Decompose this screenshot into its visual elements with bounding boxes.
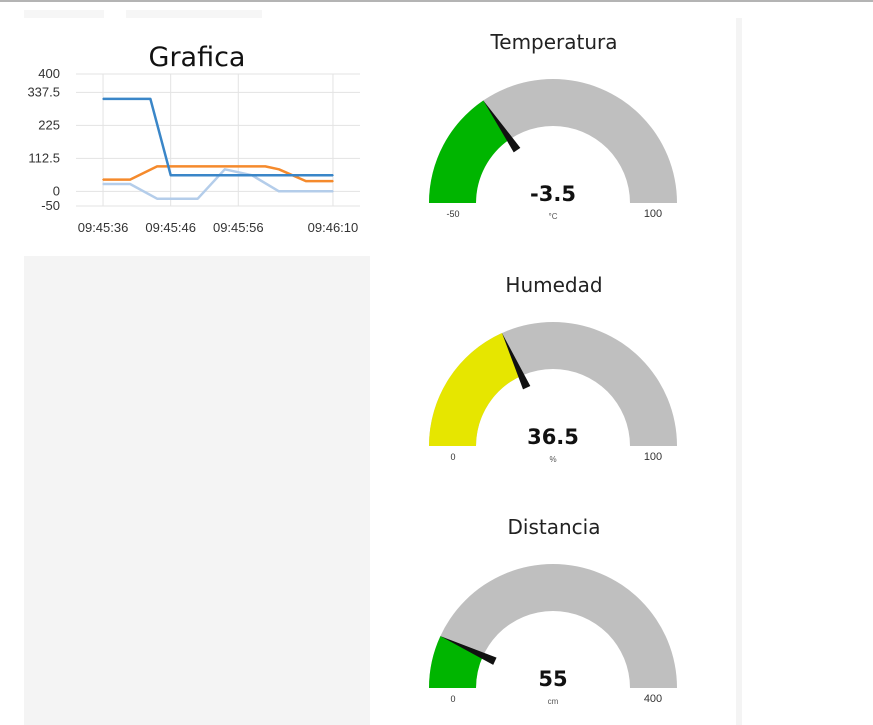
y-tick-label: -50: [41, 198, 60, 213]
gauge-min-label: 0: [450, 694, 455, 704]
data-point: [102, 178, 104, 181]
data-point: [332, 174, 334, 176]
gauge-unit: cm: [548, 697, 559, 706]
data-point: [102, 98, 104, 100]
gauge: 36.5% 0 100: [429, 322, 677, 464]
series-line: [103, 168, 333, 200]
data-point: [278, 168, 280, 171]
data-point: [129, 183, 131, 185]
gauge: -3.5 °C -50 100: [429, 79, 677, 221]
data-point: [278, 190, 280, 193]
data-point: [149, 98, 152, 100]
x-tick-label: 09:45:46: [145, 220, 196, 235]
data-point: [305, 190, 307, 193]
data-point: [169, 174, 172, 176]
gauge-max-label: 100: [644, 451, 662, 463]
data-point: [305, 174, 307, 176]
gauge-max-label: 100: [644, 208, 662, 220]
gauge-max-label: 400: [644, 693, 662, 705]
data-point: [102, 183, 104, 185]
gauge-unit: %: [549, 455, 556, 464]
data-point: [196, 165, 199, 168]
gauge-min-label: 0: [450, 452, 455, 462]
data-point: [237, 174, 240, 176]
right-gutter: [736, 18, 742, 725]
data-point: [223, 168, 226, 171]
gauge-value: 55: [538, 667, 567, 691]
data-point: [237, 165, 240, 168]
top-tab-2[interactable]: [126, 10, 262, 18]
data-point: [332, 180, 334, 182]
data-point: [156, 197, 158, 200]
gauge-fill: [429, 332, 522, 446]
gauge-value: -3.5: [530, 182, 576, 206]
x-tick-label: 09:46:10: [308, 220, 359, 235]
top-border: [0, 0, 873, 2]
data-point: [156, 165, 158, 168]
gauge-unit: °C: [549, 212, 558, 221]
y-tick-label: 337.5: [27, 84, 60, 99]
chart-title: Grafica: [148, 42, 246, 73]
gauge-value: 36.5: [527, 425, 579, 449]
data-point: [196, 197, 199, 200]
gauge-column: Temperatura -3.5 °C -50 100 Humedad 36.5% 0 100 D…: [372, 18, 736, 725]
y-tick-label: 225: [38, 117, 60, 132]
data-point: [129, 178, 131, 181]
series-line: [103, 165, 333, 183]
series-line: [103, 97, 333, 177]
data-point: [264, 174, 267, 176]
top-tab-1[interactable]: [24, 10, 104, 18]
data-point: [264, 165, 267, 168]
gauge: 55 cm 0 400: [429, 564, 677, 706]
data-point: [332, 190, 334, 193]
data-point: [305, 180, 307, 182]
left-column-background: [24, 256, 370, 725]
y-tick-label: 0: [53, 183, 60, 198]
y-tick-label: 112.5: [28, 150, 60, 165]
chart-card: 400 337.5 225 112.5 0 -50 09:45:36 09:45:46 09:4…: [24, 18, 370, 256]
gauge-min-label: -50: [446, 209, 459, 219]
x-tick-label: 09:45:36: [78, 220, 129, 235]
x-tick-label: 09:45:56: [213, 220, 264, 235]
